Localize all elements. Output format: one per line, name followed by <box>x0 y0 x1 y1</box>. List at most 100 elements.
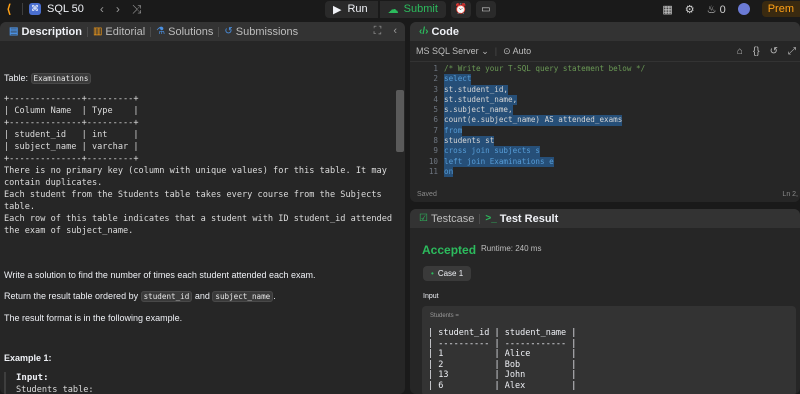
prev-problem-icon[interactable]: ‹ <box>100 2 104 17</box>
table-name-chip: Examinations <box>30 73 92 84</box>
settings-gear-icon[interactable]: ⚙ <box>685 3 695 16</box>
top-right-actions: ▦ ⚙ ♨ 0 Prem <box>662 0 800 18</box>
tab-code-label: Code <box>431 25 459 38</box>
task-text: Write a solution to find the number of t… <box>4 270 316 280</box>
horizontal-splitter[interactable] <box>410 202 800 209</box>
timer-button[interactable]: ⏰ <box>450 0 471 18</box>
code-line: 5 s.subject_name, <box>410 105 800 116</box>
premium-button[interactable]: Prem <box>761 1 800 17</box>
input-box: Students = | student_id | student_name |… <box>422 306 796 394</box>
format-text: The result format is in the following ex… <box>4 313 183 323</box>
divider <box>22 3 23 15</box>
code-text: cross join subjects s <box>444 146 541 157</box>
table-prefix: Table: <box>4 73 29 83</box>
tab-testcase-label: Testcase <box>430 212 475 225</box>
order-prefix: Return the result table ordered by <box>4 291 139 301</box>
line-number: 5 <box>433 105 438 115</box>
book-icon: ▥ <box>92 26 103 37</box>
line-number: 7 <box>433 125 438 135</box>
coins-value: 0 <box>719 3 726 16</box>
code-text: s.subject_name, <box>444 105 513 116</box>
code-panel: ‹/› Code MS SQL Server ⌄ | ⊙ Auto ⌂ {} ↺… <box>410 22 800 202</box>
tab-test-result[interactable]: >_ Test Result <box>480 213 563 225</box>
alarm-icon: ⏰ <box>454 3 468 15</box>
next-problem-icon[interactable]: › <box>116 2 120 17</box>
tab-testcase[interactable]: ☑ Testcase <box>414 213 479 225</box>
code-text: count(e.subject_name) AS attended_exams <box>444 115 623 126</box>
language-select[interactable]: MS SQL Server ⌄ <box>416 46 489 57</box>
code-icon: ‹/› <box>419 26 429 37</box>
example-heading: Example 1: <box>4 353 52 363</box>
students-table-label: Students table: <box>16 385 94 394</box>
tab-solutions[interactable]: ⚗ Solutions <box>151 26 218 38</box>
problem-list-button[interactable]: ⌘ SQL 50 <box>29 3 84 15</box>
run-button[interactable]: ▶ Run <box>325 0 378 18</box>
history-icon: ↺ <box>224 26 233 37</box>
run-label: Run <box>347 3 368 15</box>
order-suffix: . <box>273 291 276 301</box>
table-notes: There is no primary key (column with uni… <box>4 166 393 236</box>
code-line: 8 students st <box>410 136 800 147</box>
checkbox-icon: ☑ <box>419 213 428 224</box>
case-label: Case 1 <box>437 269 464 278</box>
line-number: 9 <box>433 146 438 156</box>
run-submit-group: ▶ Run ☁ Submit ⏰ ▭ <box>325 0 496 18</box>
order-col1-chip: student_id <box>140 291 193 302</box>
fire-icon: ♨ <box>706 3 717 16</box>
terminal-icon: >_ <box>485 213 497 224</box>
schema-box: +--------------+---------+ | Column Name… <box>4 94 139 164</box>
input-label: Input: <box>16 373 49 383</box>
code-text: st.student_id, <box>444 84 509 95</box>
submit-button[interactable]: ☁ Submit <box>379 0 446 18</box>
case-1-button[interactable]: • Case 1 <box>423 266 472 281</box>
description-content: Table: Examinations +--------------+----… <box>4 68 396 394</box>
code-line: 1 /* Write your T-SQL query statement bel… <box>410 64 800 74</box>
code-line: 4 st.student_name, <box>410 94 800 106</box>
reset-icon[interactable]: ↺ <box>770 46 778 57</box>
tab-test-result-label: Test Result <box>499 212 559 225</box>
code-editor[interactable]: 1 /* Write your T-SQL query statement bel… <box>410 64 800 202</box>
tab-editorial[interactable]: ▥ Editorial <box>88 26 150 38</box>
notes-button[interactable]: ▭ <box>475 0 496 18</box>
study-plan-icon: ⌘ <box>29 3 41 15</box>
chevron-down-icon: ⌄ <box>481 45 489 56</box>
shuffle-icon[interactable]: ⤨ <box>132 2 142 17</box>
tab-description[interactable]: ▤ Description <box>4 26 87 38</box>
layout-grid-icon[interactable]: ▦ <box>662 3 672 16</box>
maximize-icon[interactable]: ⛶ <box>374 25 382 38</box>
tab-solutions-label: Solutions <box>168 25 214 38</box>
problem-nav: ‹ › ⤨ <box>100 2 142 17</box>
collapse-icon[interactable]: ‹ <box>393 25 397 38</box>
order-text: Return the result table ordered by stude… <box>4 290 396 303</box>
language-value: MS SQL Server <box>416 45 479 56</box>
code-text: on <box>444 166 454 178</box>
code-line: 6 count(e.subject_name) AS attended_exams <box>410 115 800 126</box>
format-braces-icon[interactable]: {} <box>753 46 760 57</box>
code-line: 2 select <box>410 74 800 85</box>
description-scrollbar[interactable] <box>396 90 404 152</box>
coins-counter[interactable]: ♨ 0 <box>707 3 726 16</box>
cursor-position: Ln 2, <box>782 191 798 198</box>
lock-icon: ⊙ <box>503 45 511 56</box>
code-text: /* Write your T-SQL query statement belo… <box>444 64 646 73</box>
line-number: 10 <box>428 156 438 166</box>
expand-icon[interactable]: ⤢ <box>788 46 796 57</box>
code-text: st.student_name, <box>444 94 518 106</box>
example-block: Input: Students table: <box>4 372 396 394</box>
leetcode-logo-icon[interactable]: ⟨ <box>2 2 16 16</box>
auto-complete-toggle[interactable]: ⊙ Auto <box>503 46 531 57</box>
editor-actions: ⌂ {} ↺ ⤢ <box>737 46 796 57</box>
note-icon: ▭ <box>481 3 491 15</box>
tab-submissions[interactable]: ↺ Submissions <box>219 26 303 38</box>
avatar[interactable] <box>737 3 750 15</box>
bookmark-icon[interactable]: ⌂ <box>737 46 743 57</box>
code-text: select <box>444 74 472 85</box>
tab-code[interactable]: ‹/› Code <box>414 26 464 38</box>
submit-label: Submit <box>403 3 438 15</box>
result-status: Accepted <box>422 243 477 257</box>
document-icon: ▤ <box>9 26 19 37</box>
play-icon: ▶ <box>333 3 342 16</box>
description-tabs: ▤ Description ▥ Editorial ⚗ Solutions ↺ … <box>0 22 405 41</box>
panel-controls: ⛶ ‹ <box>374 25 397 38</box>
saved-status: Saved <box>417 191 437 198</box>
